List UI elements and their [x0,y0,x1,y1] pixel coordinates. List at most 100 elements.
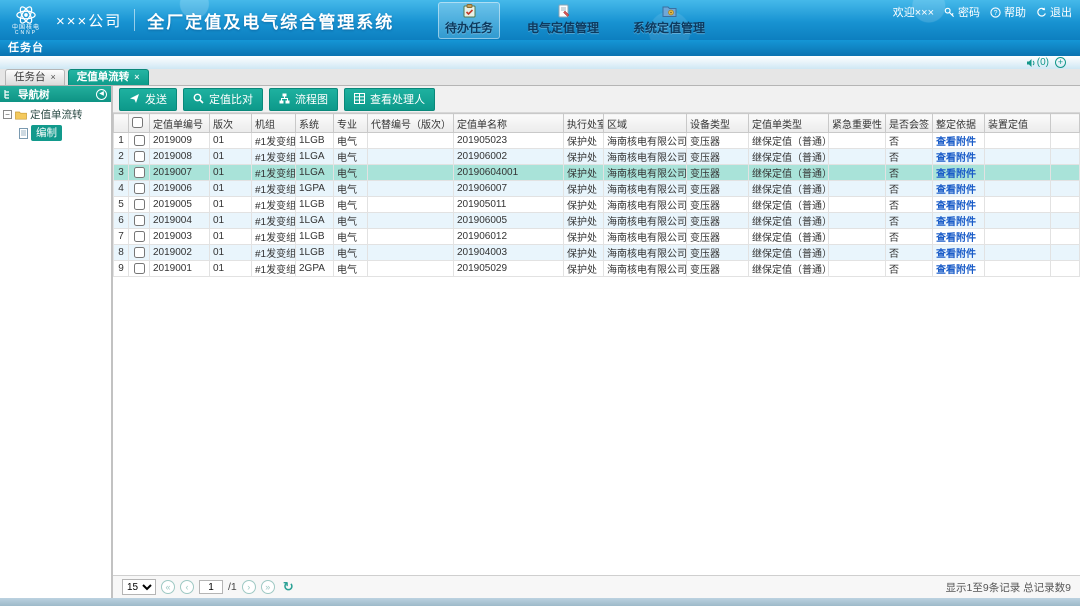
cell-unit: #1发变组 [252,133,296,149]
nav-item-system-setting-mgmt[interactable]: 系统定值管理 [626,2,712,39]
magnifier-icon [193,93,204,104]
row-checkbox[interactable] [134,135,145,146]
row-checkbox[interactable] [134,215,145,226]
cell-value [985,261,1051,277]
col-sheet-name[interactable]: 定值单名称 [454,114,564,133]
speaker-icon [1026,58,1036,68]
cell-dept: 保护处 [564,245,604,261]
view-attachment-link[interactable]: 查看附件 [936,169,976,180]
table-row[interactable]: 7201900301#1发变组1LGB电气201906012保护处海南核电有限公… [114,229,1080,245]
compare-settings-button[interactable]: 定值比对 [183,88,263,111]
cell-sign: 否 [886,149,933,165]
row-checkbox[interactable] [134,151,145,162]
col-region[interactable]: 区域 [604,114,687,133]
table-row[interactable]: 2201900801#1发变组1LGA电气201906002保护处海南核电有限公… [114,149,1080,165]
cell-unit: #1发变组 [252,245,296,261]
cell-sys: 1LGB [296,197,334,213]
cell-sign: 否 [886,245,933,261]
cell-unit: #1发变组 [252,165,296,181]
flowchart-icon [279,93,290,104]
col-replaced-number[interactable]: 代替编号（版次） [368,114,454,133]
col-urgency[interactable]: 紧急重要性 [829,114,886,133]
row-checkbox[interactable] [134,199,145,210]
col-unit[interactable]: 机组 [252,114,296,133]
view-attachment-link[interactable]: 查看附件 [936,265,976,276]
row-checkbox-cell [129,149,150,165]
logout-link[interactable]: 退出 [1036,4,1072,20]
row-checkbox-cell [129,197,150,213]
view-attachment-link[interactable]: 查看附件 [936,185,976,196]
add-panel-icon[interactable]: + [1055,57,1066,68]
top-header: 中国核电 CNNP ×××公司 全厂定值及电气综合管理系统 待办任务 [0,0,1080,40]
tree-node-compile[interactable]: 编制 [19,125,108,141]
view-attachment-link[interactable]: 查看附件 [936,137,976,148]
send-button[interactable]: 发送 [119,88,177,111]
cell-replace [368,197,454,213]
row-checkbox[interactable] [134,183,145,194]
first-page-button[interactable]: « [161,580,175,594]
table-row[interactable]: 3201900701#1发变组1LGA电气20190604001保护处海南核电有… [114,165,1080,181]
table-row[interactable]: 9201900101#1发变组2GPA电气201905029保护处海南核电有限公… [114,261,1080,277]
tab-close-icon[interactable]: × [134,70,139,85]
select-all-checkbox[interactable] [132,117,143,128]
table-row[interactable]: 8201900201#1发变组1LGB电气201904003保护处海南核电有限公… [114,245,1080,261]
header-checkbox-cell [129,114,150,133]
cell-num: 2019001 [150,261,210,277]
cell-unit: #1发变组 [252,261,296,277]
sidebar-collapse-icon[interactable]: ◀ [96,89,107,100]
col-sheet-number[interactable]: 定值单编号 [150,114,210,133]
password-link[interactable]: 密码 [944,4,980,20]
pending-tasks-icon [462,4,477,18]
cell-ver: 01 [210,165,252,181]
cell-basis: 查看附件 [933,245,985,261]
view-attachment-link[interactable]: 查看附件 [936,233,976,244]
col-system[interactable]: 系统 [296,114,334,133]
col-major[interactable]: 专业 [334,114,368,133]
page-number-input[interactable] [199,580,223,594]
view-attachment-link[interactable]: 查看附件 [936,201,976,212]
last-page-button[interactable]: » [261,580,275,594]
cell-area: 海南核电有限公司 [604,213,687,229]
col-countersign[interactable]: 是否会签 [886,114,933,133]
refresh-button[interactable]: ↻ [283,579,294,595]
col-sheet-type[interactable]: 定值单类型 [749,114,829,133]
row-checkbox[interactable] [134,231,145,242]
sidebar: 导航树 ◀ − 定值单流转 [0,86,113,598]
view-attachment-link[interactable]: 查看附件 [936,217,976,228]
table-row[interactable]: 5201900501#1发变组1LGB电气201905011保护处海南核电有限公… [114,197,1080,213]
table-row[interactable]: 6201900401#1发变组1LGA电气201906005保护处海南核电有限公… [114,213,1080,229]
tree-collapse-icon[interactable]: − [3,110,12,119]
sound-toggle[interactable]: (0) [1026,57,1049,68]
cell-basis: 查看附件 [933,261,985,277]
cell-type: 继保定值（普通） [749,261,829,277]
welcome-text: 欢迎××× [893,4,934,20]
row-index: 4 [114,181,129,197]
view-attachment-link[interactable]: 查看附件 [936,249,976,260]
row-checkbox[interactable] [134,167,145,178]
view-handler-button[interactable]: 查看处理人 [344,88,435,111]
key-icon [944,7,955,18]
compare-button-label: 定值比对 [209,91,253,107]
col-exec-office[interactable]: 执行处室 [564,114,604,133]
tab-task-desk[interactable]: 任务台 × [5,69,65,85]
tree-node-setting-sheet-flow[interactable]: − 定值单流转 [3,107,108,122]
row-checkbox[interactable] [134,263,145,274]
flowchart-button[interactable]: 流程图 [269,88,338,111]
cell-basis: 查看附件 [933,149,985,165]
nav-item-pending-tasks[interactable]: 待办任务 [438,2,500,39]
help-link[interactable]: ? 帮助 [990,4,1026,20]
col-setting-basis[interactable]: 整定依据 [933,114,985,133]
prev-page-button[interactable]: ‹ [180,580,194,594]
table-row[interactable]: 4201900601#1发变组1GPA电气201906007保护处海南核电有限公… [114,181,1080,197]
next-page-button[interactable]: › [242,580,256,594]
page-size-select[interactable]: 15 [122,579,156,595]
table-row[interactable]: 1201900901#1发变组1LGB电气201905023保护处海南核电有限公… [114,133,1080,149]
nav-item-electrical-setting-mgmt[interactable]: 电气定值管理 [520,2,606,39]
col-device-type[interactable]: 设备类型 [687,114,749,133]
col-version[interactable]: 版次 [210,114,252,133]
view-attachment-link[interactable]: 查看附件 [936,153,976,164]
col-device-setting[interactable]: 装置定值 [985,114,1051,133]
tab-setting-sheet-flow[interactable]: 定值单流转 × [68,69,149,85]
tab-close-icon[interactable]: × [51,70,56,85]
row-checkbox[interactable] [134,247,145,258]
